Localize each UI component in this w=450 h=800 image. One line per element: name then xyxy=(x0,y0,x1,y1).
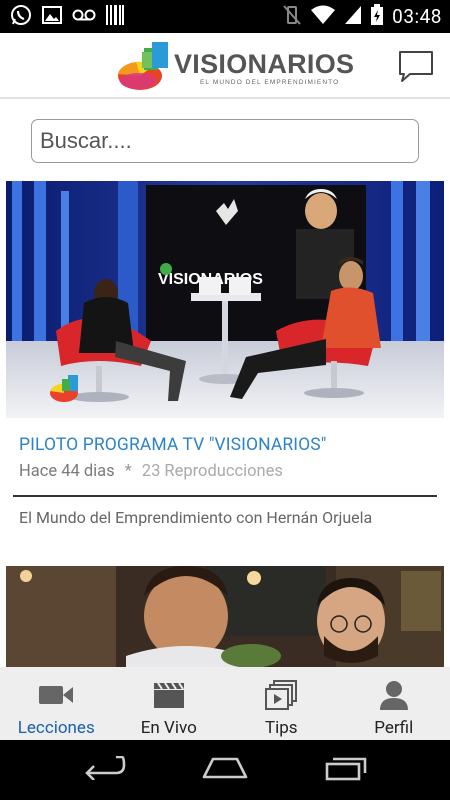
chat-button[interactable] xyxy=(398,50,434,84)
card-divider xyxy=(13,495,437,497)
logo-mark-icon xyxy=(118,42,168,90)
image-icon xyxy=(42,5,62,28)
system-nav-bar xyxy=(0,740,450,800)
nav-tips[interactable]: Tips xyxy=(225,667,338,740)
video-card[interactable]: VISIONARIOS xyxy=(6,181,444,527)
wifi-icon xyxy=(310,5,336,29)
signal-icon xyxy=(344,5,362,29)
nav-lecciones[interactable]: Lecciones xyxy=(0,667,113,740)
clapperboard-icon xyxy=(153,682,184,708)
video-meta: Hace 44 dias * 23 Reproducciones xyxy=(6,462,444,481)
barcode-icon xyxy=(106,4,124,29)
video-card[interactable] xyxy=(6,566,444,667)
video-thumbnail[interactable] xyxy=(6,566,444,667)
person-icon xyxy=(379,681,408,710)
video-thumbnail[interactable]: VISIONARIOS xyxy=(6,181,444,418)
nav-label-tips: Tips xyxy=(264,718,298,738)
app-bar: VISIONARIOS EL MUNDO DEL EMPRENDIMIENTO xyxy=(0,33,450,99)
status-time: 03:48 xyxy=(392,5,442,28)
status-bar: 03:48 xyxy=(0,0,450,33)
chat-bubble-icon xyxy=(399,51,433,82)
video-description: El Mundo del Emprendimiento con Hernán O… xyxy=(19,507,373,527)
nav-perfil[interactable]: Perfil xyxy=(338,667,450,740)
search-box[interactable] xyxy=(31,119,419,163)
video-views: 23 Reproducciones xyxy=(141,462,283,481)
voicemail-icon xyxy=(72,7,96,26)
video-age: Hace 44 dias xyxy=(19,462,115,481)
vibrate-off-icon xyxy=(282,4,302,30)
nav-label-lecciones: Lecciones xyxy=(17,718,95,738)
search-input[interactable] xyxy=(32,120,418,162)
nav-label-perfil: Perfil xyxy=(374,718,414,738)
recents-icon[interactable] xyxy=(324,755,368,785)
battery-charging-icon xyxy=(370,3,384,30)
logo-title: VISIONARIOS xyxy=(174,49,355,79)
app-logo[interactable]: VISIONARIOS EL MUNDO DEL EMPRENDIMIENTO xyxy=(116,38,354,94)
meta-separator: * xyxy=(124,462,132,481)
nav-label-en-vivo: En Vivo xyxy=(140,718,197,738)
logo-subtitle: EL MUNDO DEL EMPRENDIMIENTO xyxy=(200,79,340,86)
bottom-navigation: Lecciones En Vivo Tips Perfil xyxy=(0,667,450,740)
video-title[interactable]: PILOTO PROGRAMA TV "VISIONARIOS" xyxy=(6,435,444,455)
back-icon[interactable] xyxy=(82,755,126,784)
nav-en-vivo[interactable]: En Vivo xyxy=(113,667,226,740)
photo-stack-icon xyxy=(265,680,298,710)
home-icon[interactable] xyxy=(201,755,249,785)
video-camera-icon xyxy=(39,686,74,704)
whatsapp-icon xyxy=(10,4,32,30)
